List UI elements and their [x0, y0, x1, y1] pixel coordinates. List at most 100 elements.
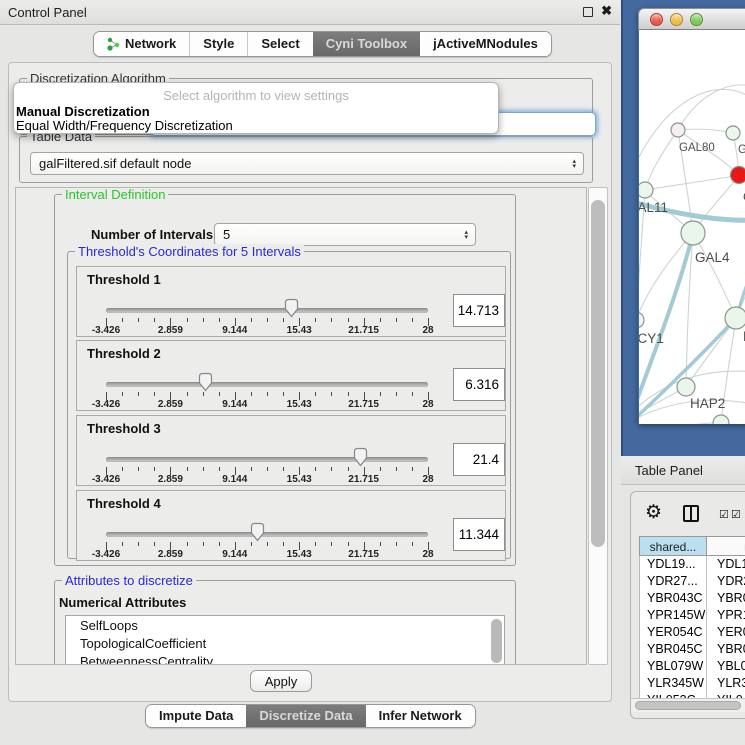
column-header-name[interactable]: n... — [707, 536, 745, 556]
network-canvas[interactable]: GAL80GACGAL11GAL4GCY1HHAP2 — [639, 30, 745, 424]
column-header-shared-name[interactable]: shared... — [639, 536, 707, 556]
cell-shared-name[interactable]: YBR043C — [639, 590, 707, 607]
close-window-icon[interactable] — [650, 13, 663, 26]
cell-shared-name[interactable]: YDR27... — [639, 573, 707, 590]
attribute-list-item[interactable]: BetweennessCentrality — [66, 652, 504, 665]
cell-shared-name[interactable]: YDL19... — [639, 556, 707, 573]
tab-discretize-data[interactable]: Discretize Data — [246, 705, 365, 727]
table-row[interactable]: YDL19...YDL1... — [639, 556, 745, 573]
minor-tick — [396, 542, 397, 546]
network-node-bottom-partial[interactable] — [713, 415, 729, 424]
table-hscrollbar-track[interactable] — [631, 698, 745, 712]
slider-thumb[interactable] — [352, 447, 369, 467]
network-node-selected-red[interactable] — [731, 167, 745, 184]
network-node-gal4[interactable] — [681, 221, 705, 245]
cell-shared-name[interactable]: YBR045C — [639, 641, 707, 658]
tab-jactivemnodules[interactable]: jActiveMNodules — [420, 32, 551, 56]
tab-style[interactable]: Style — [189, 32, 247, 56]
network-node-gal11[interactable] — [639, 182, 653, 198]
network-node-gal80[interactable] — [671, 123, 685, 137]
panel-scrollbar-track[interactable] — [588, 187, 608, 665]
group-title: Interval Definition — [62, 187, 168, 202]
table-data-combo[interactable]: galFiltered.sif default node ▴▾ — [30, 152, 584, 175]
network-window-titlebar — [638, 8, 745, 30]
threshold-4-slider[interactable] — [106, 532, 428, 537]
cell-name[interactable]: YLR3... — [707, 675, 745, 692]
network-node-gcy1[interactable] — [639, 312, 644, 328]
table-row[interactable]: YPR145WYPR1... — [639, 607, 745, 624]
threshold-3-value-field[interactable]: 21.4 — [453, 443, 505, 476]
threshold-3-slider[interactable] — [106, 457, 428, 462]
minor-tick — [251, 318, 252, 322]
dropdown-option-equal-width[interactable]: Equal Width/Frequency Discretization — [16, 118, 233, 133]
table-row[interactable]: YER054CYER0... — [639, 624, 745, 641]
cell-shared-name[interactable]: YBL079W — [639, 658, 707, 675]
panel-scrollbar-thumb[interactable] — [591, 200, 605, 547]
minor-tick — [187, 467, 188, 471]
network-node-hap2[interactable] — [677, 378, 695, 396]
numerical-attributes-list[interactable]: SelfLoopsTopologicalCoefficientBetweenne… — [65, 615, 505, 665]
float-window-icon[interactable] — [583, 7, 593, 17]
threshold-1-slider[interactable] — [106, 308, 428, 313]
scale-label: -3.426 — [92, 399, 120, 410]
cell-name[interactable]: YER0... — [707, 624, 745, 641]
cell-name[interactable]: YPR1... — [707, 607, 745, 624]
cell-name[interactable]: YDL1... — [707, 556, 745, 573]
attribute-list-item[interactable]: TopologicalCoefficient — [66, 634, 504, 652]
checkbox-icon[interactable]: ☑ — [719, 508, 729, 521]
tab-impute-data[interactable]: Impute Data — [146, 705, 246, 727]
tab-cyni-toolbox[interactable]: Cyni Toolbox — [313, 32, 420, 56]
cell-shared-name[interactable]: YPR145W — [639, 607, 707, 624]
number-of-intervals-combo[interactable]: 5 ▴▾ — [214, 223, 476, 246]
tab-label: Infer Network — [379, 705, 462, 727]
threshold-4-value-field[interactable]: 11.344 — [453, 518, 505, 551]
minor-tick — [138, 542, 139, 546]
slider-thumb[interactable] — [249, 522, 266, 542]
minor-tick — [412, 318, 413, 322]
close-icon[interactable]: ✖ — [601, 3, 612, 19]
checkbox-icon[interactable]: ☑ — [731, 508, 741, 521]
control-panel-window: Control Panel ✖ NetworkStyleSelectCyni T… — [0, 0, 620, 745]
minor-tick — [380, 392, 381, 396]
table-row[interactable]: YBL079WYBL0... — [639, 658, 745, 675]
apply-button[interactable]: Apply — [250, 670, 312, 692]
cell-shared-name[interactable]: YER054C — [639, 624, 707, 641]
table-row[interactable]: YDR27...YDR2... — [639, 573, 745, 590]
group-title: Threshold's Coordinates for 5 Intervals — [75, 244, 304, 259]
table-row[interactable]: YBR043CYBR0... — [639, 590, 745, 607]
table-row[interactable]: YBR045CYBR0... — [639, 641, 745, 658]
table-row[interactable]: YLR345WYLR3... — [639, 675, 745, 692]
algorithm-dropdown-popup: Select algorithm to view settings Manual… — [13, 82, 499, 134]
dropdown-option-manual-discretization[interactable]: Manual Discretization — [16, 104, 150, 119]
slider-thumb[interactable] — [283, 298, 300, 318]
cell-shared-name[interactable]: YLR345W — [639, 675, 707, 692]
minor-tick — [380, 318, 381, 322]
scale-label: 21.715 — [348, 474, 379, 485]
cell-name[interactable]: YDR2... — [707, 573, 745, 590]
list-scrollbar-thumb[interactable] — [491, 619, 502, 663]
threshold-1-value-field[interactable]: 14.713 — [453, 294, 505, 327]
minor-tick — [331, 467, 332, 471]
tab-select[interactable]: Select — [247, 32, 312, 56]
slider-thumb[interactable] — [197, 372, 214, 392]
network-node-right-mid[interactable] — [725, 307, 745, 329]
cell-name[interactable]: YBR0... — [707, 641, 745, 658]
minimize-window-icon[interactable] — [670, 13, 683, 26]
cell-name[interactable]: YBR0... — [707, 590, 745, 607]
attribute-list-item[interactable]: SelfLoops — [66, 616, 504, 634]
network-node-top-right[interactable] — [726, 126, 740, 140]
table-hscrollbar-thumb[interactable] — [635, 701, 741, 710]
slider-scale-labels: -3.4262.8599.14415.4321.71528 — [77, 474, 505, 486]
threshold-2-slider[interactable] — [106, 382, 428, 387]
scale-label: 15.43 — [287, 325, 312, 336]
tab-network[interactable]: Network — [94, 32, 189, 56]
split-columns-icon[interactable] — [683, 505, 699, 522]
zoom-window-icon[interactable] — [690, 13, 703, 26]
cell-name[interactable]: YBL0... — [707, 658, 745, 675]
gear-icon[interactable]: ⚙ — [645, 501, 662, 524]
threshold-2-value-field[interactable]: 6.316 — [453, 368, 505, 401]
table-panel-toolbar: ⚙ ☑ ☑ — [631, 492, 745, 534]
minor-tick — [315, 318, 316, 322]
tab-infer-network[interactable]: Infer Network — [366, 705, 475, 727]
minor-tick — [348, 318, 349, 322]
